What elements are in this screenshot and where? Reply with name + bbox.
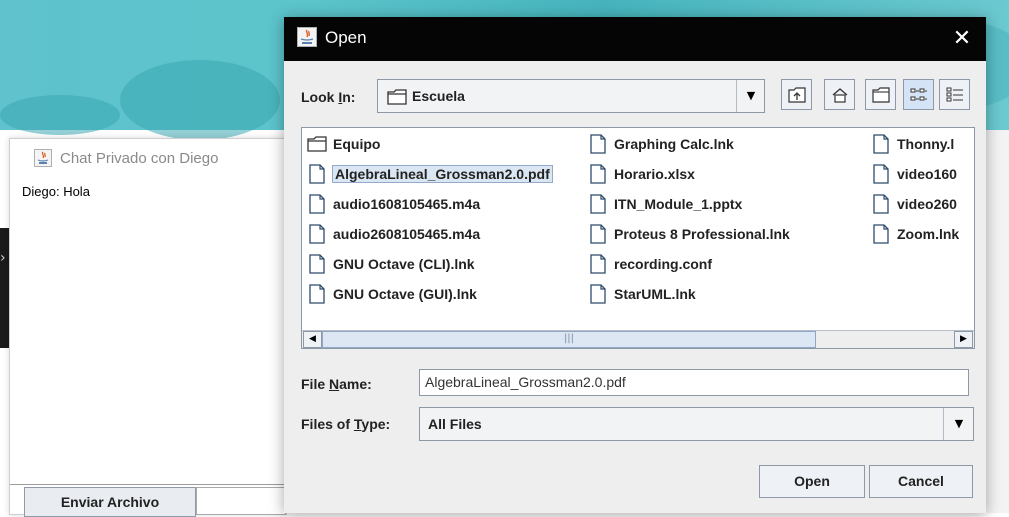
file-name-input[interactable]: AlgebraLineal_Grossman2.0.pdf (419, 369, 969, 396)
divider (10, 484, 286, 485)
java-icon (297, 27, 317, 47)
chat-titlebar[interactable]: Chat Privado con Diego (10, 139, 286, 179)
list-item[interactable]: ITN_Module_1.pptx (588, 192, 742, 216)
folder-icon (387, 89, 407, 105)
list-item[interactable]: Equipo (307, 132, 380, 156)
desktop-background-right (985, 130, 1009, 513)
file-name: GNU Octave (GUI).lnk (333, 286, 477, 302)
file-list[interactable]: Equipo AlgebraLineal_Grossman2.0.pdf aud… (301, 127, 975, 349)
list-item[interactable]: GNU Octave (GUI).lnk (307, 282, 477, 306)
folder-up-icon (787, 86, 806, 103)
open-file-dialog: Open ✕ Look In: Escuela ▼ Equipo Algebra… (284, 17, 986, 513)
list-item[interactable]: Horario.xlsx (588, 162, 695, 186)
file-icon (873, 134, 889, 154)
list-item[interactable]: Thonny.l (871, 132, 954, 156)
cancel-button[interactable]: Cancel (869, 465, 973, 498)
file-icon (590, 224, 606, 244)
list-item[interactable]: audio2608105465.m4a (307, 222, 480, 246)
new-folder-button[interactable] (865, 79, 896, 110)
up-one-level-button[interactable] (781, 79, 812, 110)
scrollbar-thumb[interactable]: ||| (322, 331, 816, 348)
file-name: Graphing Calc.lnk (614, 136, 734, 152)
list-item[interactable]: GNU Octave (CLI).lnk (307, 252, 475, 276)
file-name: Equipo (333, 136, 381, 152)
file-name: audio2608105465.m4a (333, 226, 481, 242)
file-name: StarUML.lnk (614, 286, 696, 302)
details-view-button[interactable] (939, 79, 970, 110)
chat-message-input[interactable] (196, 487, 286, 515)
list-item[interactable]: recording.conf (588, 252, 712, 276)
file-name: video260 (897, 196, 957, 212)
horizontal-scrollbar[interactable]: ◀ ||| ▶ (302, 330, 974, 348)
scroll-left-icon[interactable]: ◀ (303, 331, 322, 348)
chat-message: Diego: Hola (22, 184, 90, 199)
files-of-type-dropdown[interactable]: All Files ▼ (419, 407, 974, 441)
scroll-right-icon[interactable]: ▶ (954, 331, 973, 348)
file-name: Horario.xlsx (614, 166, 695, 182)
list-item[interactable]: Proteus 8 Professional.lnk (588, 222, 790, 246)
file-icon (309, 224, 325, 244)
list-view-button[interactable] (903, 79, 934, 110)
file-icon (309, 194, 325, 214)
file-name: Thonny.l (897, 136, 955, 152)
details-view-icon (946, 87, 963, 101)
file-name: video160 (897, 166, 957, 182)
file-name: recording.conf (614, 256, 713, 272)
close-icon[interactable]: ✕ (948, 25, 976, 53)
list-item[interactable]: video160 (871, 162, 957, 186)
file-icon (309, 254, 325, 274)
dialog-titlebar[interactable]: Open ✕ (284, 17, 986, 61)
file-icon (873, 164, 889, 184)
list-item[interactable]: video260 (871, 192, 957, 216)
java-icon (34, 149, 52, 167)
file-name: AlgebraLineal_Grossman2.0.pdf (332, 165, 553, 183)
chevron-down-icon[interactable]: ▼ (943, 408, 974, 440)
file-name: ITN_Module_1.pptx (614, 196, 743, 212)
file-icon (590, 194, 606, 214)
chat-window: Chat Privado con Diego Diego: Hola Envia… (9, 138, 287, 517)
file-name: Proteus 8 Professional.lnk (614, 226, 790, 242)
list-view-icon (910, 88, 927, 100)
file-icon (309, 164, 325, 184)
chevron-right-icon: › (0, 250, 6, 266)
list-item[interactable]: Zoom.lnk (871, 222, 959, 246)
file-icon (873, 194, 889, 214)
file-name: GNU Octave (CLI).lnk (333, 256, 475, 272)
chevron-down-icon[interactable]: ▼ (736, 80, 765, 112)
file-icon (873, 224, 889, 244)
list-item[interactable]: audio1608105465.m4a (307, 192, 480, 216)
open-button[interactable]: Open (759, 465, 865, 498)
list-item[interactable]: AlgebraLineal_Grossman2.0.pdf (307, 162, 553, 186)
look-in-value: Escuela (412, 88, 465, 104)
list-item[interactable]: Graphing Calc.lnk (588, 132, 734, 156)
list-item[interactable]: StarUML.lnk (588, 282, 696, 306)
file-icon (590, 254, 606, 274)
home-icon (832, 87, 847, 103)
look-in-dropdown[interactable]: Escuela ▼ (377, 79, 765, 113)
file-name: Zoom.lnk (897, 226, 960, 242)
file-icon (309, 284, 325, 304)
look-in-label: Look In: (301, 89, 356, 105)
background-window-edge: › (0, 228, 9, 348)
new-folder-icon (871, 86, 890, 103)
files-of-type-value: All Files (428, 416, 482, 432)
file-icon (590, 284, 606, 304)
folder-icon (307, 136, 327, 152)
file-icon (590, 164, 606, 184)
home-button[interactable] (824, 79, 855, 110)
chat-window-title: Chat Privado con Diego (60, 150, 219, 167)
files-of-type-label: Files of Type: (301, 416, 391, 432)
file-icon (590, 134, 606, 154)
file-name: audio1608105465.m4a (333, 196, 481, 212)
file-name-label: File Name: (301, 376, 372, 392)
dialog-title: Open (325, 28, 367, 47)
